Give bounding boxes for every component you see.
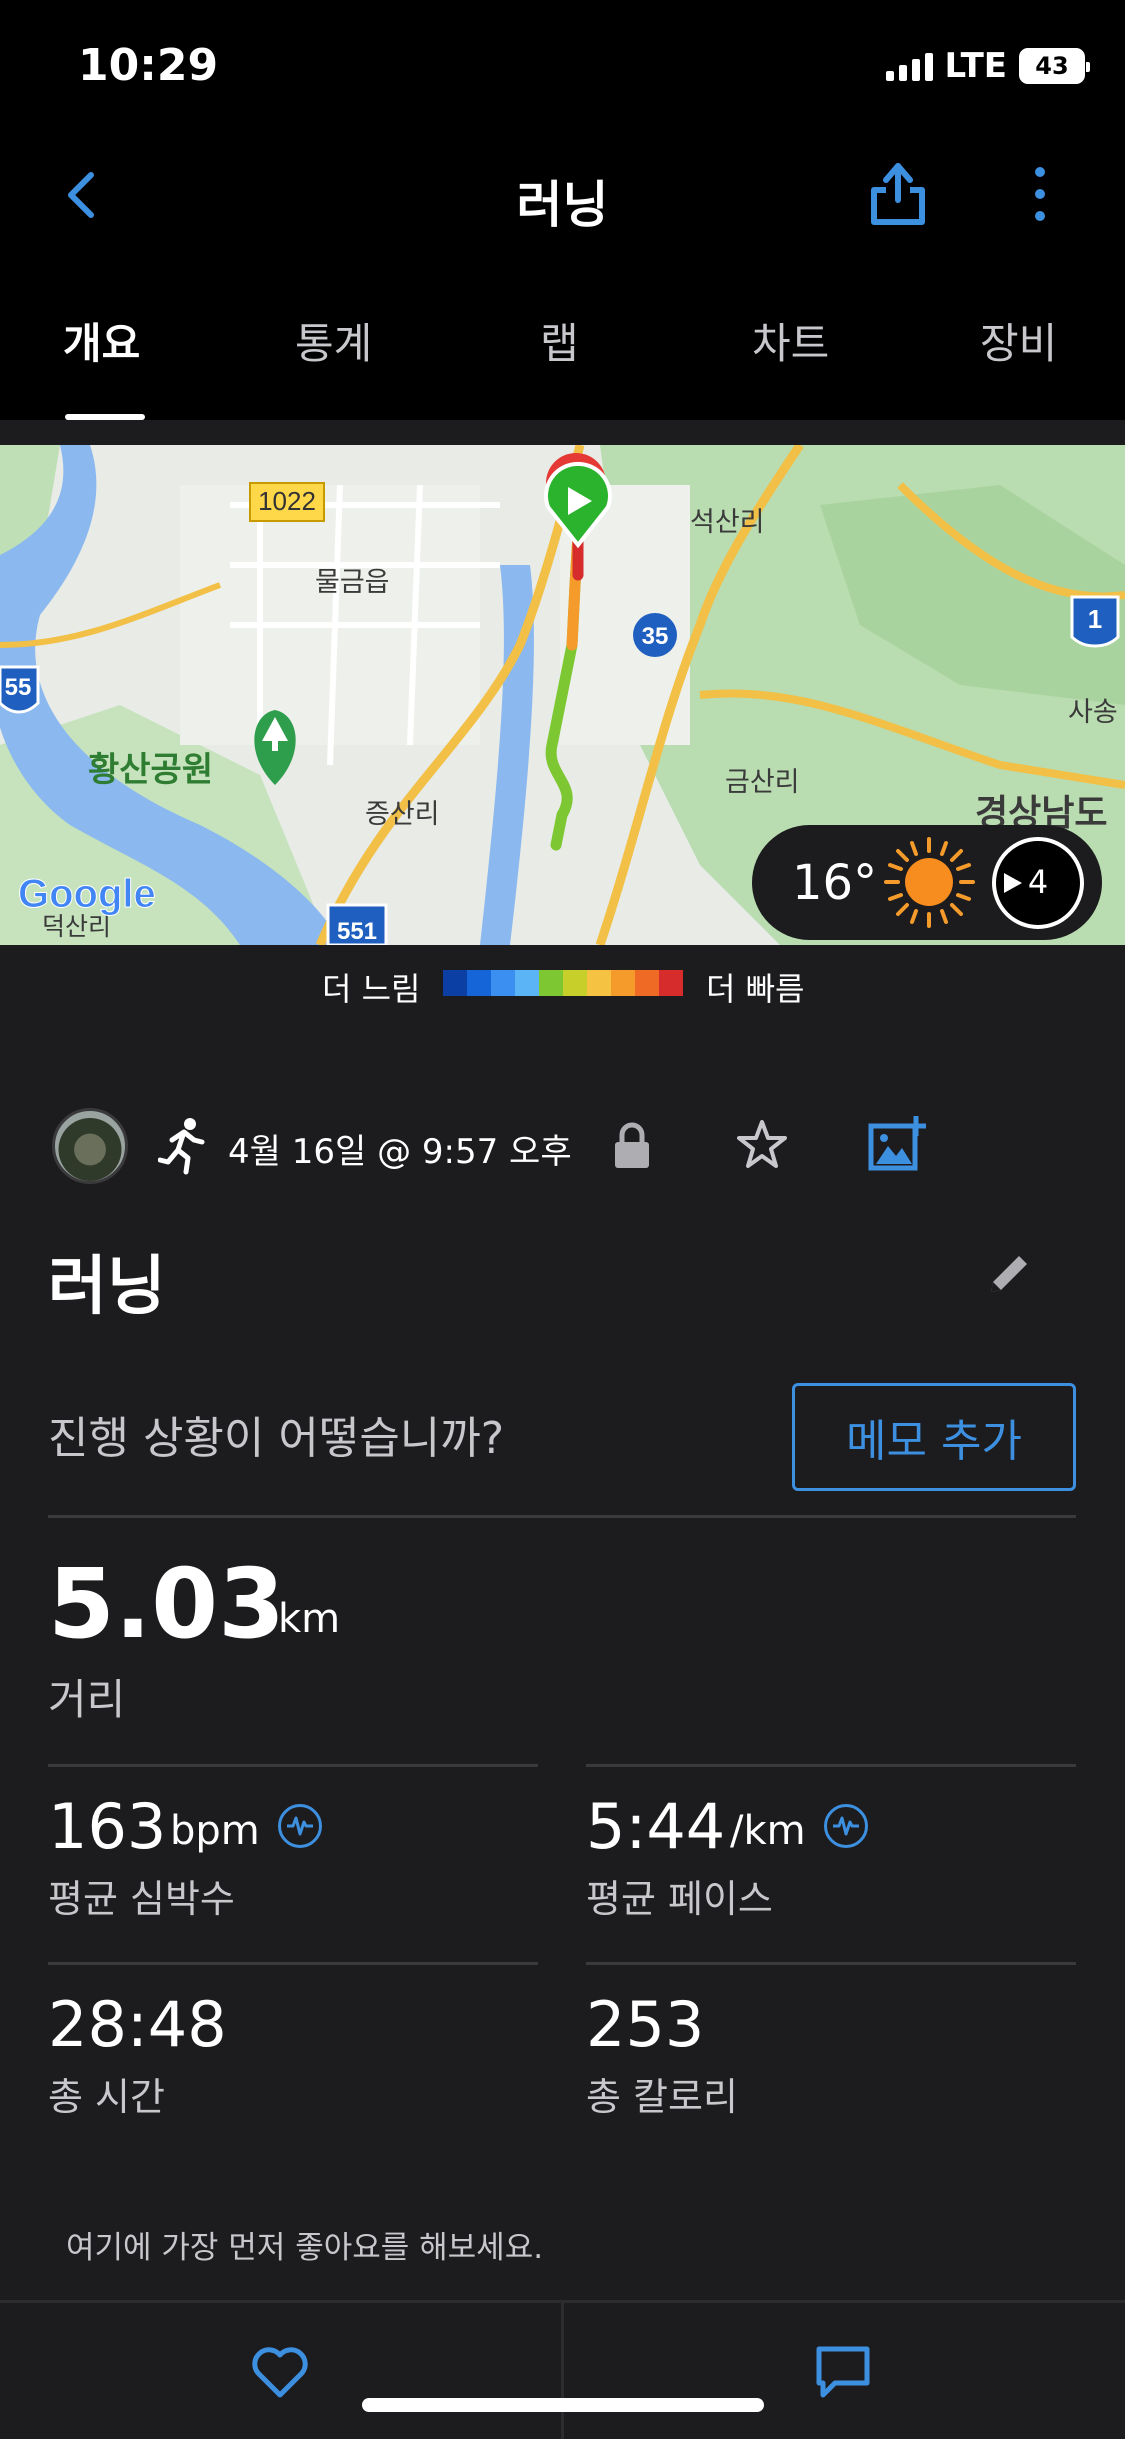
pace-gradient-bar	[443, 970, 683, 996]
like-prompt: 여기에 가장 먼저 좋아요를 해보세요.	[66, 2230, 544, 2266]
status-bar: 10:29 LTE 43	[0, 0, 1125, 140]
progress-question: 진행 상황이 어떻습니까?	[48, 1413, 505, 1464]
pace-gradient-segment	[539, 970, 563, 996]
distance-label: 거리	[48, 1675, 126, 1724]
star-icon[interactable]	[735, 1118, 789, 1172]
network-label: LTE	[944, 46, 1007, 86]
map-label-seoksan: 석산리	[690, 507, 765, 537]
tab-gear[interactable]: 장비	[980, 310, 1057, 371]
activity-title: 러닝	[48, 1250, 166, 1324]
distance-unit: km	[278, 1596, 341, 1642]
weather-badge: 16° 4	[752, 825, 1102, 940]
edit-icon[interactable]	[985, 1250, 1033, 1298]
divider	[48, 1515, 1076, 1518]
pace-gradient-segment	[443, 970, 467, 996]
map-label-mulgeum: 물금읍	[315, 567, 390, 597]
avg-heart-rate-label: 평균 심박수	[48, 1877, 235, 1921]
tab-laps[interactable]: 랩	[540, 310, 579, 371]
battery-level: 43	[1035, 52, 1069, 80]
status-indicators: LTE 43	[885, 46, 1090, 86]
add-photo-icon[interactable]	[868, 1114, 928, 1172]
home-indicator[interactable]	[362, 2398, 764, 2412]
distance-value: 5.03	[48, 1548, 285, 1660]
legend-slow-label: 더 느림	[322, 970, 421, 1008]
more-vertical-icon[interactable]	[1020, 162, 1060, 232]
map-label-route551: 551	[337, 918, 377, 945]
divider	[586, 1962, 1076, 1965]
pace-gradient-segment	[611, 970, 635, 996]
tab-charts[interactable]: 차트	[752, 310, 829, 371]
map-label-route1: 1	[1088, 604, 1102, 634]
map-label-sasong: 사송	[1068, 697, 1118, 727]
active-tab-indicator	[65, 414, 145, 420]
total-calories-label: 총 칼로리	[586, 2075, 738, 2119]
sun-icon	[884, 837, 975, 928]
wind-speed-dial: 4	[992, 837, 1084, 929]
pace-sensor-icon[interactable]	[824, 1804, 868, 1848]
pace-gradient-segment	[587, 970, 611, 996]
running-icon	[158, 1118, 205, 1175]
avg-heart-rate-value: 163	[48, 1790, 167, 1863]
comment-icon[interactable]	[815, 2345, 871, 2399]
pace-gradient-segment	[491, 970, 515, 996]
pace-legend: 더 느림 더 빠름	[0, 960, 1125, 1010]
avg-pace-label: 평균 페이스	[586, 1877, 773, 1921]
share-icon[interactable]	[866, 158, 930, 228]
weather-temperature: 16°	[792, 855, 878, 911]
total-time-value: 28:48	[48, 1988, 227, 2061]
bottom-bar-divider	[561, 2303, 564, 2439]
map-label-route35: 35	[642, 623, 669, 650]
bottom-action-bar	[0, 2300, 1125, 2439]
lock-icon[interactable]	[612, 1122, 652, 1170]
activity-date: 4월 16일 @ 9:57 오후	[228, 1132, 572, 1172]
total-time-label: 총 시간	[48, 2075, 165, 2119]
map-label-route55: 55	[5, 674, 32, 701]
pace-gradient-segment	[659, 970, 683, 996]
activity-meta-row: 4월 16일 @ 9:57 오후	[0, 1100, 1125, 1190]
map-label-hwangsan: 황산공원	[88, 751, 213, 789]
tab-overview[interactable]: 개요	[63, 310, 140, 371]
pace-gradient-segment	[635, 970, 659, 996]
google-logo: Google	[18, 872, 156, 916]
map-label-jeungsan: 증산리	[365, 799, 440, 829]
legend-fast-label: 더 빠름	[706, 970, 805, 1008]
status-time: 10:29	[78, 40, 219, 91]
tab-stats[interactable]: 통계	[295, 310, 372, 371]
avatar[interactable]	[52, 1108, 128, 1184]
avg-heart-rate-unit: bpm	[170, 1808, 260, 1854]
page-title: 러닝	[516, 176, 609, 234]
pace-gradient-segment	[563, 970, 587, 996]
avg-pace-value: 5:44	[586, 1790, 726, 1863]
divider	[586, 1764, 1076, 1767]
navigation-bar: 러닝	[0, 140, 1125, 260]
add-memo-button[interactable]: 메모 추가	[792, 1383, 1076, 1491]
heart-rate-monitor-icon[interactable]	[278, 1804, 322, 1848]
map-label-deoksan: 덕산리	[42, 913, 111, 941]
tab-bar: 개요 통계 랩 차트 장비	[0, 260, 1125, 420]
map-label-geumsan: 금산리	[725, 767, 800, 797]
pace-gradient-segment	[515, 970, 539, 996]
divider	[48, 1962, 538, 1965]
battery-icon: 43	[1019, 48, 1090, 84]
total-calories-value: 253	[586, 1988, 705, 2061]
heart-icon[interactable]	[250, 2345, 310, 2399]
map-label-route1022: 1022	[258, 486, 316, 516]
wind-speed-value: 4	[1027, 863, 1049, 901]
pace-gradient-segment	[467, 970, 491, 996]
signal-icon	[885, 51, 933, 81]
avg-pace-unit: /km	[730, 1808, 806, 1854]
divider	[48, 1764, 538, 1767]
